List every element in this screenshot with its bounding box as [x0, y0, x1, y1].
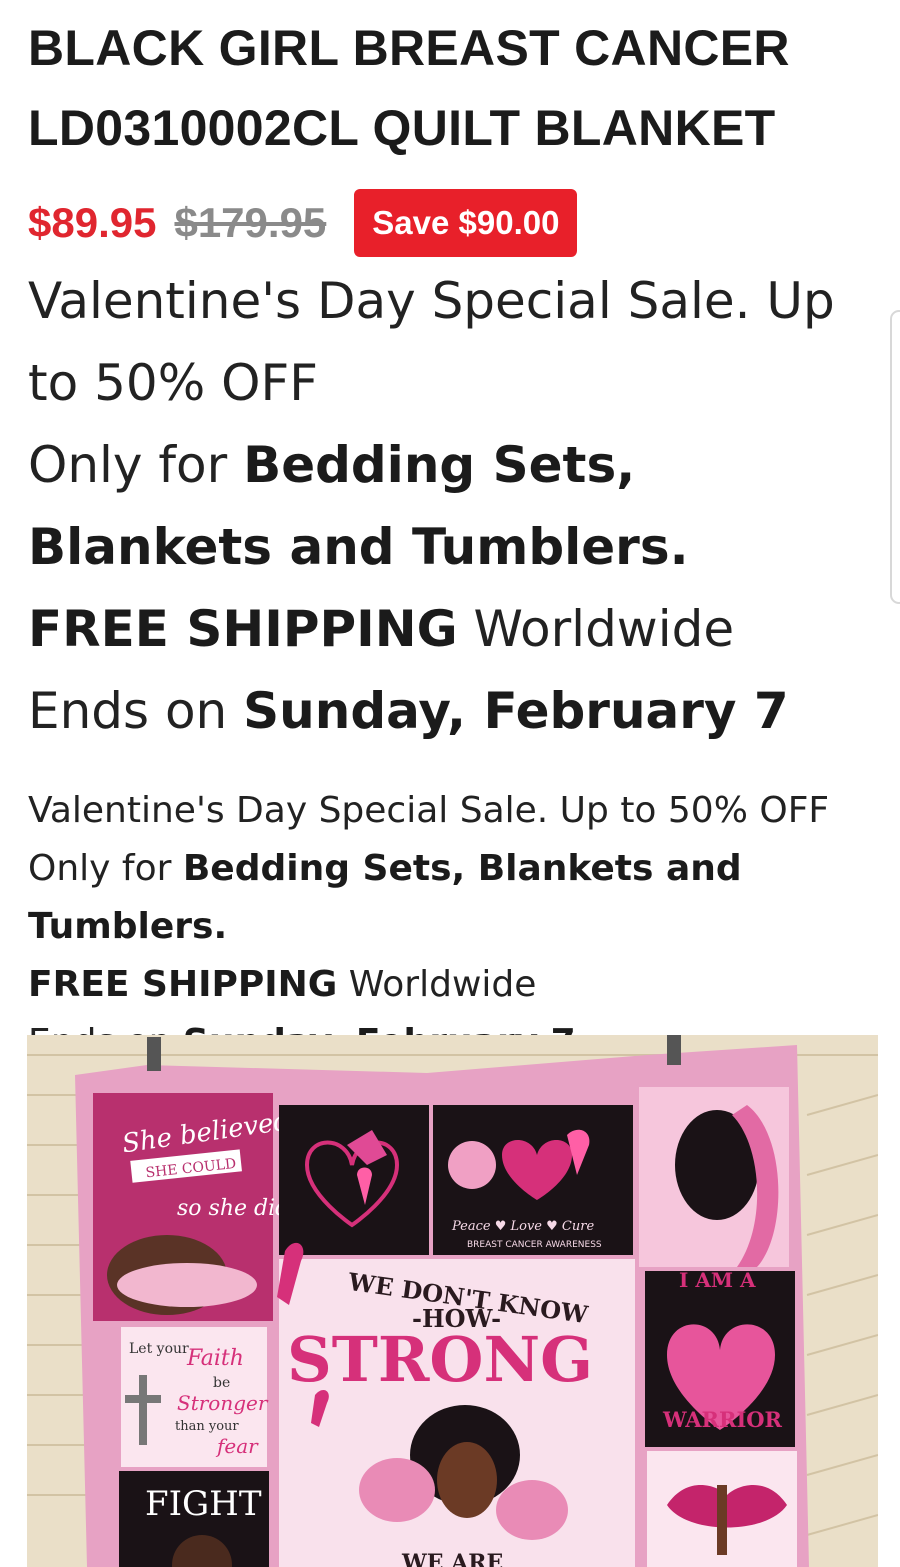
scroll-handle[interactable]	[890, 310, 900, 604]
quilt-photo: She believed SHE COULD so she did. Peace…	[27, 1035, 878, 1567]
product-info: BLACK GIRL BREAST CANCER LD0310002CL QUI…	[28, 0, 888, 1072]
promo-end-date: Sunday, February 7	[243, 682, 789, 740]
regular-price: $179.95	[174, 199, 327, 246]
promo-line-shipping: FREE SHIPPING Worldwide	[28, 588, 878, 670]
warrior-text: WARRIOR	[662, 1407, 783, 1432]
promo-free-shipping: FREE SHIPPING	[28, 600, 458, 658]
awareness-text: BREAST CANCER AWARENESS	[467, 1240, 602, 1250]
product-image[interactable]: She believed SHE COULD so she did. Peace…	[27, 1035, 878, 1567]
product-title: BLACK GIRL BREAST CANCER LD0310002CL QUI…	[28, 20, 790, 156]
promo-categories-prefix: Only for	[28, 848, 183, 889]
promo-banner-large: Valentine's Day Special Sale. Up to 50% …	[28, 260, 878, 752]
save-badge: Save $90.00	[354, 189, 578, 257]
promo-line-categories: Only for Bedding Sets, Blankets and Tumb…	[28, 424, 878, 588]
promo-shipping-suffix: Worldwide	[337, 964, 537, 1005]
promo-free-shipping: FREE SHIPPING	[28, 964, 338, 1005]
faith-text: Faith	[186, 1346, 244, 1371]
price-row: $89.95 $179.95 Save $90.00	[28, 188, 888, 258]
stronger-text: Stronger	[177, 1391, 269, 1415]
than-your-text: than your	[175, 1419, 239, 1434]
promo-line-categories: Only for Bedding Sets, Blankets and Tumb…	[28, 840, 888, 956]
strong-text: STRONG	[287, 1323, 593, 1396]
we-are-text: WE ARE	[401, 1550, 503, 1567]
be-text: be	[213, 1375, 230, 1391]
promo-line-shipping: FREE SHIPPING Worldwide	[28, 956, 888, 1014]
promo-line-ends: Ends on Sunday, February 7	[28, 670, 878, 752]
so-she-did-text: so she did.	[177, 1196, 296, 1221]
fight-text: FIGHT	[145, 1484, 262, 1524]
let-your-text: Let your	[129, 1341, 189, 1357]
i-am-a-text: I AM A	[679, 1268, 756, 1292]
promo-categories-prefix: Only for	[28, 436, 244, 494]
peace-love-cure-text: Peace ♥ Love ♥ Cure	[451, 1219, 594, 1234]
sale-price: $89.95	[28, 199, 157, 246]
promo-banner-small: Valentine's Day Special Sale. Up to 50% …	[28, 782, 888, 1072]
promo-line-sale: Valentine's Day Special Sale. Up to 50% …	[28, 272, 835, 412]
promo-shipping-suffix: Worldwide	[457, 600, 735, 658]
promo-ends-prefix: Ends on	[28, 682, 244, 740]
promo-line-sale: Valentine's Day Special Sale. Up to 50% …	[28, 790, 830, 831]
fear-text: fear	[215, 1434, 259, 1458]
